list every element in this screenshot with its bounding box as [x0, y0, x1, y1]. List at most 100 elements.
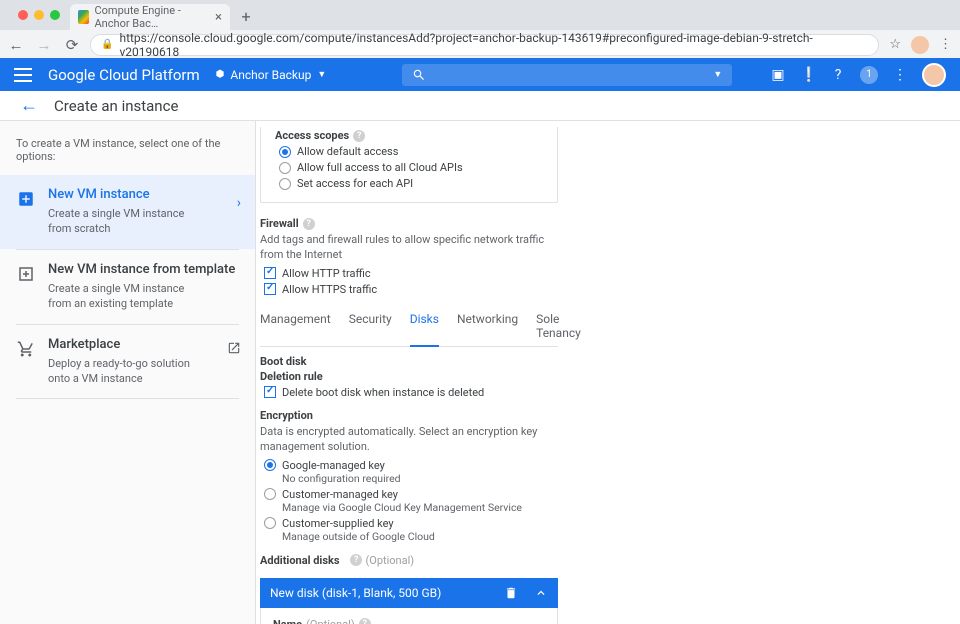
star-icon[interactable]: ☆	[889, 37, 901, 52]
encryption-label: Encryption	[260, 409, 558, 422]
lock-icon: 🔒	[101, 39, 113, 50]
firewall-label: Firewall?	[260, 217, 558, 230]
back-arrow-icon[interactable]: ←	[20, 95, 38, 116]
tab-disks[interactable]: Disks	[410, 306, 439, 347]
account-avatar-icon[interactable]	[922, 63, 946, 87]
identity-access-card: Access scopes? Allow default access Allo…	[260, 127, 558, 203]
tab-security[interactable]: Security	[349, 306, 392, 346]
sidebar: To create a VM instance, select one of t…	[0, 121, 256, 624]
cloud-shell-icon[interactable]: ▣	[770, 67, 786, 83]
external-link-icon	[227, 341, 241, 359]
scope-option-each-api[interactable]: Set access for each API	[279, 177, 543, 190]
radio-icon	[264, 459, 276, 471]
enc-option-customer-managed[interactable]: Customer-managed key	[264, 488, 558, 501]
help-icon[interactable]: ?	[830, 67, 846, 83]
scope-option-default[interactable]: Allow default access	[279, 145, 543, 158]
additional-disks-label: Additional disks	[260, 554, 340, 567]
deletion-rule-label: Deletion rule	[260, 370, 558, 383]
allow-http-checkbox[interactable]: Allow HTTP traffic	[264, 267, 558, 280]
scope-option-full[interactable]: Allow full access to all Cloud APIs	[279, 161, 543, 174]
caret-down-icon: ▼	[317, 69, 326, 80]
notifications-icon[interactable]: 1	[860, 66, 878, 84]
gcp-header: Google Cloud Platform ⬢ Anchor Backup ▼ …	[0, 58, 960, 91]
favicon-icon	[78, 10, 89, 24]
reload-icon[interactable]: ⟳	[64, 36, 80, 54]
search-icon	[412, 68, 426, 82]
boot-disk-section: Boot disk Deletion rule Delete boot disk…	[260, 355, 558, 399]
settings-menu-icon[interactable]: ⋮	[892, 67, 908, 83]
announce-icon[interactable]: ❕	[800, 67, 816, 83]
chevron-right-icon: ›	[237, 195, 241, 211]
tab-networking[interactable]: Networking	[457, 306, 518, 346]
profile-avatar-icon[interactable]	[911, 36, 929, 54]
kebab-menu-icon[interactable]: ⋮	[939, 37, 952, 52]
page-title-bar: ← Create an instance	[0, 91, 960, 121]
nav-menu-icon[interactable]	[14, 68, 32, 82]
enc-option-desc: No configuration required	[282, 472, 558, 485]
sidebar-item-from-template[interactable]: New VM instance from template Create a s…	[0, 250, 255, 324]
help-icon[interactable]: ?	[350, 554, 362, 566]
tab-title: Compute Engine - Anchor Bac…	[95, 4, 210, 30]
back-icon[interactable]: ←	[8, 36, 24, 54]
sidebar-item-marketplace[interactable]: Marketplace Deploy a ready-to-go solutio…	[0, 325, 255, 399]
new-tab-button[interactable]: +	[234, 4, 258, 28]
product-name[interactable]: Google Cloud Platform	[48, 66, 200, 84]
add-box-icon	[16, 189, 36, 209]
chevron-up-icon[interactable]	[534, 586, 548, 600]
enc-option-desc: Manage outside of Google Cloud	[282, 530, 558, 543]
browser-tab[interactable]: Compute Engine - Anchor Bac… ×	[70, 4, 230, 30]
search-bar[interactable]: ▼	[402, 64, 732, 86]
firewall-hint: Add tags and firewall rules to allow spe…	[260, 232, 558, 263]
sidebar-item-title: Marketplace	[48, 337, 208, 352]
additional-disks-label-row: Additional disks ? (Optional)	[260, 553, 558, 568]
config-tabs: Management Security Disks Networking Sol…	[260, 306, 558, 347]
radio-icon	[279, 178, 291, 190]
forward-icon[interactable]: →	[36, 36, 52, 54]
firewall-section: Firewall? Add tags and firewall rules to…	[260, 217, 558, 296]
optional-label: (Optional)	[365, 554, 414, 567]
disk-name-label: Name(Optional)?	[273, 618, 545, 624]
checkbox-icon	[264, 267, 276, 279]
allow-https-checkbox[interactable]: Allow HTTPS traffic	[264, 283, 558, 296]
sidebar-item-sub: Create a single VM instance from an exis…	[48, 281, 208, 312]
access-scopes-label: Access scopes?	[275, 129, 543, 142]
search-caret-icon: ▼	[713, 69, 722, 80]
enc-option-customer-supplied[interactable]: Customer-supplied key	[264, 517, 558, 530]
sidebar-item-sub: Create a single VM instance from scratch	[48, 206, 208, 237]
radio-icon	[279, 146, 291, 158]
close-tab-icon[interactable]: ×	[215, 10, 222, 25]
sidebar-item-new-vm[interactable]: New VM instance Create a single VM insta…	[0, 175, 255, 249]
new-disk-title: New disk (disk-1, Blank, 500 GB)	[270, 586, 441, 600]
content-scroll[interactable]: Access scopes? Allow default access Allo…	[256, 121, 960, 624]
close-window-icon[interactable]	[18, 10, 28, 20]
tab-management[interactable]: Management	[260, 306, 331, 346]
radio-icon	[264, 517, 276, 529]
tab-sole-tenancy[interactable]: Sole Tenancy	[536, 306, 581, 346]
enc-option-google[interactable]: Google-managed key	[264, 459, 558, 472]
sidebar-item-title: New VM instance	[48, 187, 208, 202]
project-icon: ⬢	[216, 69, 225, 80]
template-icon	[16, 264, 36, 284]
sidebar-item-sub: Deploy a ready-to-go solution onto a VM …	[48, 356, 208, 387]
address-bar[interactable]: 🔒 https://console.cloud.google.com/compu…	[90, 34, 879, 56]
project-selector[interactable]: ⬢ Anchor Backup ▼	[216, 68, 327, 82]
browser-chrome: Compute Engine - Anchor Bac… × + ← → ⟳ 🔒…	[0, 0, 960, 58]
macos-window-controls	[8, 0, 70, 30]
trash-icon[interactable]	[504, 586, 518, 600]
help-icon[interactable]: ?	[359, 618, 371, 624]
checkbox-icon	[264, 283, 276, 295]
page-title: Create an instance	[54, 97, 178, 115]
sidebar-item-title: New VM instance from template	[48, 262, 235, 277]
encryption-section: Encryption Data is encrypted automatical…	[260, 409, 558, 543]
help-icon[interactable]: ?	[353, 130, 365, 142]
zoom-window-icon[interactable]	[50, 10, 60, 20]
encryption-hint: Data is encrypted automatically. Select …	[260, 424, 558, 455]
boot-disk-label: Boot disk	[260, 355, 558, 368]
new-disk-header[interactable]: New disk (disk-1, Blank, 500 GB)	[260, 578, 558, 608]
minimize-window-icon[interactable]	[34, 10, 44, 20]
project-name: Anchor Backup	[230, 68, 311, 82]
radio-icon	[279, 162, 291, 174]
help-icon[interactable]: ?	[303, 218, 315, 230]
delete-boot-disk-checkbox[interactable]: Delete boot disk when instance is delete…	[264, 386, 558, 399]
checkbox-icon	[264, 386, 276, 398]
